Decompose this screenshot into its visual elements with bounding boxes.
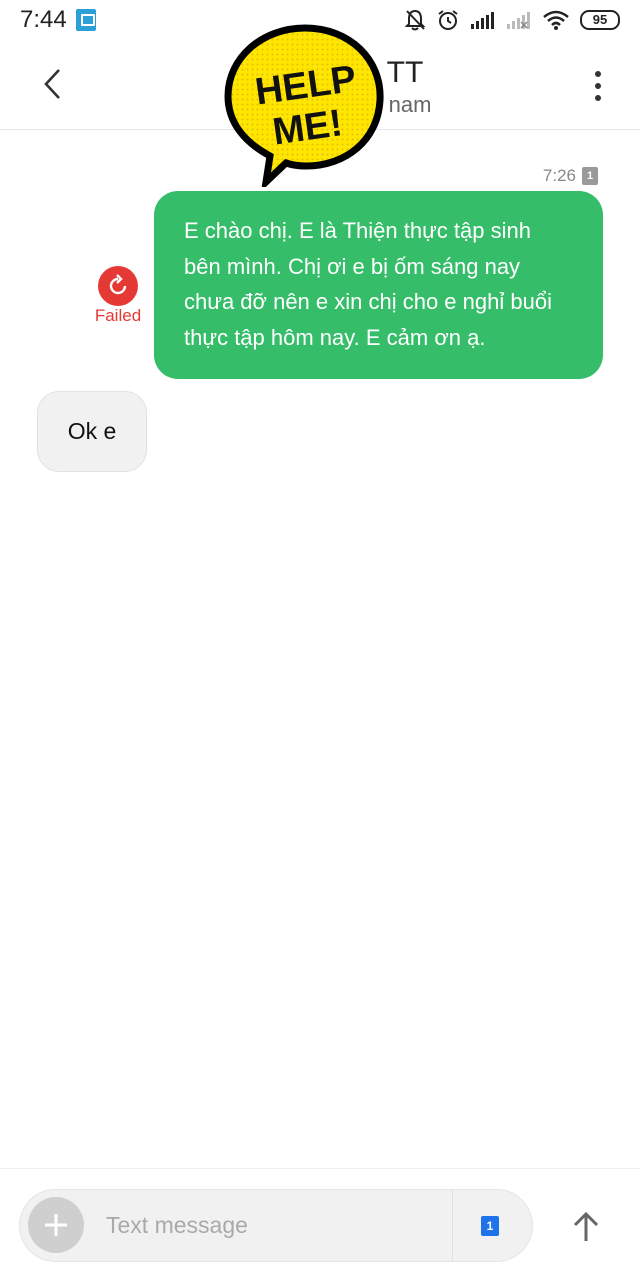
status-time: 7:44 [20,6,67,33]
compose-bar: 1 [0,1168,640,1280]
failed-label: Failed [94,306,142,325]
help-me-sticker: HELP ME! [224,24,384,187]
sim-slot-badge: 1 [582,167,598,185]
outgoing-message-bubble[interactable]: E chào chị. E là Thiện thực tập sinh bên… [154,191,603,379]
message-time: 7:26 [542,166,576,185]
refresh-icon [109,274,127,295]
send-button[interactable] [560,1201,612,1253]
sim-icon [76,9,96,31]
status-icons: 95 [404,6,620,34]
send-failed-indicator[interactable]: Failed [88,266,148,326]
mute-bell-icon [404,9,426,31]
dot [595,71,601,77]
message-timestamp: 7:26 1 [543,166,598,186]
retry-icon[interactable] [98,266,138,306]
message-input[interactable] [106,1190,436,1261]
alarm-icon [438,10,458,30]
plus-icon [45,1214,67,1236]
add-attachment-button[interactable] [28,1197,84,1253]
compose-input-container: 1 [19,1189,533,1262]
send-arrow-icon [573,1211,599,1241]
incoming-message-bubble[interactable]: Ok e [37,391,147,472]
sim-select-button[interactable]: 1 [481,1216,499,1236]
signal-icon [471,12,494,29]
divider [452,1190,453,1261]
signal-empty-icon [507,12,530,29]
wifi-icon [543,10,569,30]
more-options-button[interactable] [586,64,610,108]
dot [595,83,601,89]
dot [595,95,601,101]
battery-icon: 95 [580,10,620,30]
